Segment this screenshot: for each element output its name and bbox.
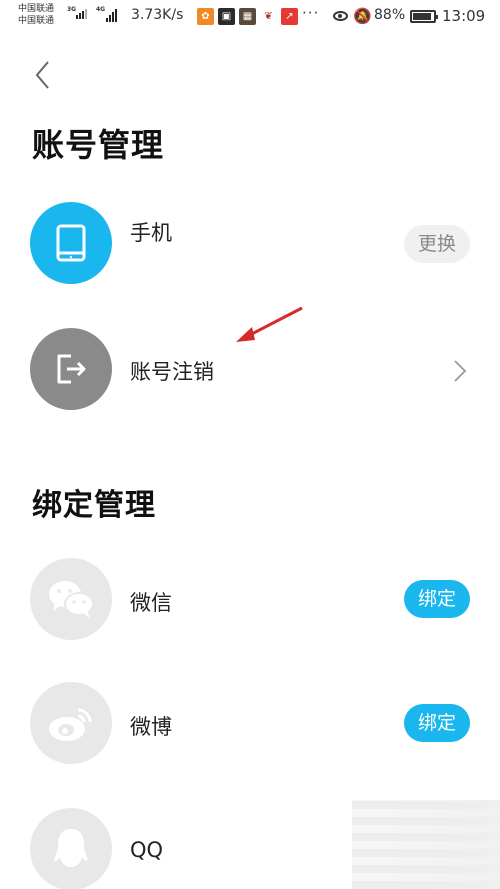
battery-icon [410, 10, 438, 23]
binding-section-title: 绑定管理 [32, 488, 156, 523]
chevron-right-icon [454, 360, 467, 382]
network-speed: 3.73K/s [131, 7, 184, 23]
signal-icon [76, 9, 87, 19]
change-phone-button[interactable]: 更换 [403, 225, 470, 263]
phone-avatar [30, 202, 112, 284]
network-type-2: 4G [96, 6, 106, 13]
wechat-label: 微信 [130, 591, 172, 615]
weibo-row[interactable]: 微博 绑定 [0, 680, 500, 768]
logout-avatar [30, 328, 112, 410]
status-bar: 中国联通 中国联通 3G 4G 3.73K/s ✿ ▣ ▦ ❦ ↗ ··· 🔕 … [0, 0, 500, 34]
qq-icon [54, 829, 88, 867]
app-notification-icon: ▦ [239, 8, 256, 25]
qq-avatar [30, 808, 112, 889]
account-cancel-label: 账号注销 [130, 360, 214, 384]
weibo-icon [49, 708, 92, 741]
page-title: 账号管理 [32, 126, 165, 164]
pixelated-overlay [352, 800, 500, 889]
app-notification-icon: ❦ [260, 8, 277, 25]
weibo-label: 微博 [130, 715, 172, 739]
phone-row[interactable]: 手机 更换 [0, 200, 500, 288]
weibo-avatar [30, 682, 112, 764]
mute-bell-icon: 🔕 [353, 7, 372, 25]
wechat-row[interactable]: 微信 绑定 [0, 556, 500, 644]
more-notifications-icon: ··· [302, 4, 320, 22]
logout-icon [57, 354, 86, 384]
chevron-left-icon [35, 61, 49, 89]
app-notification-icon: ↗ [281, 8, 298, 25]
phone-label: 手机 [130, 221, 172, 245]
battery-percentage: 88% [374, 7, 406, 23]
tablet-icon [56, 224, 86, 262]
app-notification-icon: ✿ [197, 8, 214, 25]
carrier-labels: 中国联通 中国联通 [18, 3, 54, 27]
carrier-1: 中国联通 [18, 4, 55, 14]
bind-wechat-button[interactable]: 绑定 [403, 580, 470, 618]
signal-icon-2 [106, 9, 117, 22]
eye-comfort-icon [333, 11, 348, 21]
annotation-arrow-icon [236, 306, 303, 342]
wechat-icon [49, 581, 94, 618]
network-type-1: 3G [67, 6, 77, 13]
clock: 13:09 [442, 7, 486, 25]
wechat-avatar [30, 558, 112, 640]
qq-label: QQ [130, 838, 164, 862]
carrier-2: 中国联通 [18, 16, 55, 26]
app-notification-icon: ▣ [218, 8, 235, 25]
back-button[interactable] [30, 58, 56, 92]
bind-weibo-button[interactable]: 绑定 [403, 704, 470, 742]
